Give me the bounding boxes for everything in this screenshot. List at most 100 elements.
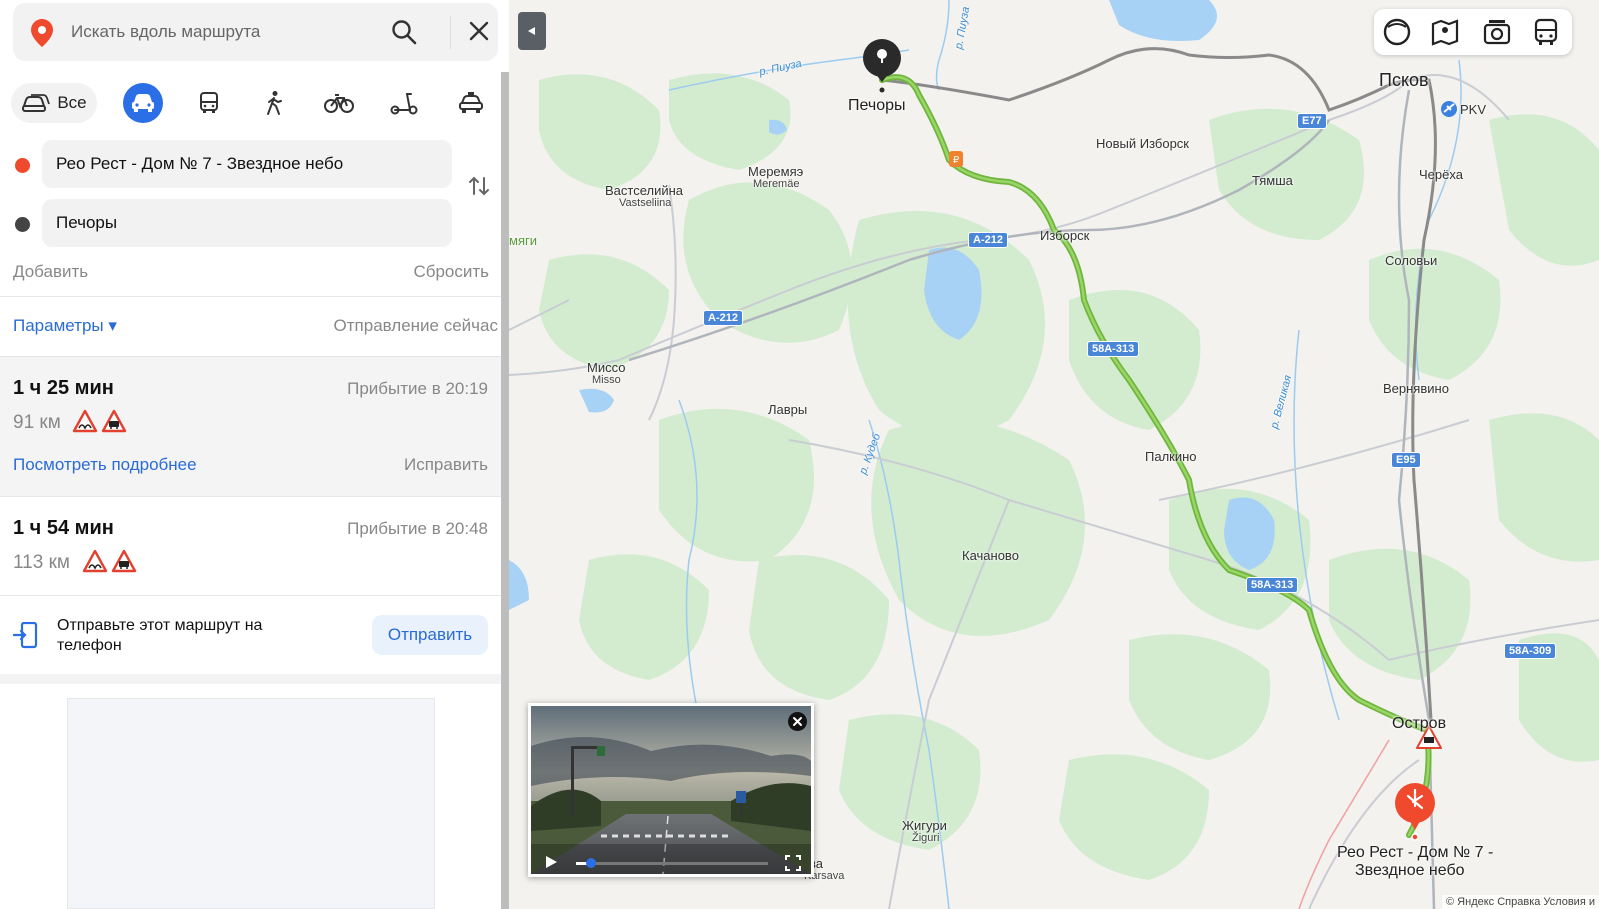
map-layers-toolbar [1374, 9, 1572, 55]
street-view-image [531, 706, 811, 874]
route-option-1[interactable]: 1 ч 25 мин Прибытие в 20:19 91 км Посмот… [0, 357, 501, 496]
send-to-phone-block: Отправьте этот маршрут на телефон Отправ… [0, 596, 501, 674]
taxi-icon [459, 92, 483, 113]
road-shield-58a313: 58A-313 [1246, 577, 1299, 593]
mode-all-button[interactable]: Все [11, 83, 97, 123]
label-vernyavino: Вернявино [1383, 381, 1449, 396]
mode-taxi-button[interactable] [451, 83, 491, 123]
play-icon[interactable] [543, 854, 559, 875]
send-to-phone-text: Отправьте этот маршрут на телефон [57, 617, 263, 654]
mode-scooter-button[interactable] [384, 83, 424, 123]
close-video-icon[interactable] [788, 712, 807, 731]
mode-bus-button[interactable] [189, 83, 229, 123]
label-kachanovo: Качаново [962, 548, 1019, 563]
label-meremae: Meremäe [753, 178, 800, 190]
label-vastseliina: Vastseliina [619, 197, 672, 209]
road-shield-a212: A-212 [968, 232, 1008, 248]
pechory-marker [863, 39, 901, 93]
road-shield-e77: E77 [1297, 113, 1327, 129]
bus-icon [200, 92, 218, 113]
panel-scrollbar[interactable] [501, 72, 509, 909]
label-destination-line1: Рео Рест - Дом № 7 - [1337, 844, 1494, 861]
railway-crossing-warning-icon [101, 409, 127, 438]
route-details-link[interactable]: Посмотреть подробнее [13, 455, 197, 475]
route-panel: Все Рео Рест - Дом № 7 - Звездное небо П… [0, 0, 510, 909]
video-progress-bar[interactable] [576, 858, 768, 868]
location-pin-icon [31, 19, 53, 52]
label-lavry: Лавры [768, 402, 808, 417]
label-pechory: Печоры [848, 97, 906, 114]
destination-marker [1395, 783, 1435, 841]
label-cherekha: Черёха [1419, 167, 1463, 182]
label-myagi: мяги [509, 233, 537, 248]
label-misso-ru: Миссо [587, 360, 626, 375]
to-field[interactable]: Печоры [42, 199, 452, 247]
point-actions: Добавить Сбросить [13, 262, 489, 282]
map-style-icon[interactable] [1382, 17, 1412, 47]
label-zhiguri-ru: Жигури [902, 818, 947, 833]
airport-icon [1441, 101, 1457, 117]
photo-layer-icon[interactable] [1482, 17, 1512, 47]
label-zhiguri: Žiguri [912, 832, 940, 844]
to-field-value: Печоры [56, 213, 118, 232]
mode-bike-button[interactable] [319, 83, 359, 123]
panorama-layer-icon[interactable] [1430, 17, 1460, 47]
label-pskov: Псков [1379, 70, 1429, 90]
start-point-dot [15, 158, 30, 173]
divider [0, 296, 501, 297]
route-distance: 113 км [13, 552, 70, 573]
ad-placeholder [67, 698, 435, 909]
label-destination-line2: Звездное небо [1355, 862, 1465, 879]
video-progress-knob[interactable] [586, 858, 596, 868]
transport-layer-icon[interactable] [1531, 17, 1561, 47]
label-palkino: Палкино [1145, 449, 1197, 464]
road-bump-warning-icon [72, 409, 98, 438]
mode-all-label: Все [57, 93, 87, 112]
route-arrival: Прибытие в 20:48 [347, 519, 488, 538]
walking-icon [267, 91, 282, 115]
road-shield-58a309: 58A-309 [1504, 643, 1557, 659]
collapse-panel-button[interactable] [518, 12, 546, 50]
label-vastseliina-ru: Вастселийна [605, 183, 684, 198]
search-icon[interactable] [391, 19, 417, 50]
scrollbar-thumb[interactable] [501, 72, 509, 909]
route-option-2[interactable]: 1 ч 54 мин Прибытие в 20:48 113 км [0, 497, 501, 595]
route-fix-link[interactable]: Исправить [404, 455, 488, 475]
road-shield-a212: A-212 [703, 310, 743, 326]
car-icon [132, 94, 154, 112]
close-icon[interactable] [468, 20, 490, 47]
add-point-link[interactable]: Добавить [13, 262, 88, 281]
parameters-button[interactable]: Параметры ▾ [13, 316, 117, 336]
label-izborsk: Изборск [1040, 228, 1090, 243]
label-misso: Misso [592, 374, 621, 386]
from-field[interactable]: Рео Рест - Дом № 7 - Звездное небо [42, 140, 452, 188]
send-button[interactable]: Отправить [372, 615, 488, 655]
reset-link[interactable]: Сбросить [413, 262, 489, 282]
divider [450, 16, 451, 49]
railway-crossing-warning-icon [111, 549, 137, 578]
route-duration: 1 ч 54 мин [13, 517, 114, 539]
label-pkv: PKV [1460, 102, 1487, 117]
map-view[interactable]: ₽ Печоры Псков PKV Новый Изборск Изборск… [509, 0, 1599, 909]
label-ostrov: Остров [1392, 715, 1447, 732]
label-novy-izborsk: Новый Изборск [1096, 136, 1189, 151]
section-separator [0, 674, 501, 684]
departure-time[interactable]: Отправление сейчас [334, 316, 498, 336]
all-transport-icon [22, 94, 51, 112]
fullscreen-icon[interactable] [785, 855, 801, 876]
end-point-dot [15, 217, 30, 232]
label-meremyae: Меремяэ [748, 164, 804, 179]
route-duration: 1 ч 25 мин [13, 377, 114, 399]
mode-car-button[interactable] [123, 83, 163, 123]
copyright[interactable]: © Яндекс Справка Условия и [1442, 895, 1599, 909]
panorama-video-player[interactable] [528, 703, 814, 877]
bicycle-icon [324, 94, 354, 113]
fuel-station-icon: ₽ [949, 151, 963, 167]
search-input[interactable] [71, 13, 371, 51]
mode-walk-button[interactable] [254, 83, 294, 123]
route-distance: 91 км [13, 412, 61, 433]
from-field-value: Рео Рест - Дом № 7 - Звездное небо [56, 154, 344, 173]
road-shield-e95: E95 [1391, 452, 1421, 468]
swap-points-icon[interactable] [467, 174, 491, 203]
label-solovi: Соловьи [1385, 253, 1438, 268]
